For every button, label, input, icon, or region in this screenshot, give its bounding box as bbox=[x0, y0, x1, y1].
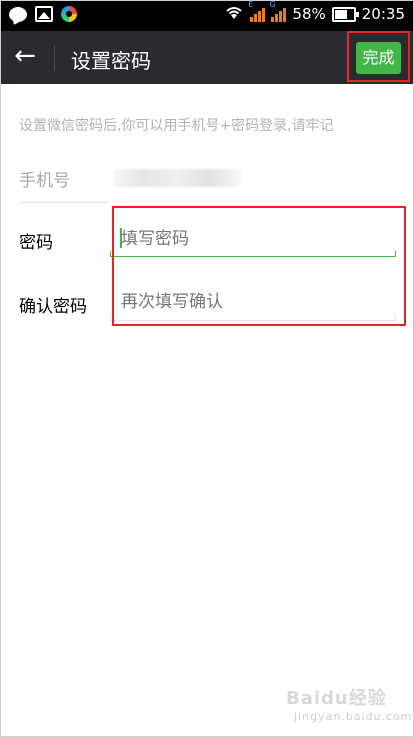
battery-icon bbox=[331, 6, 359, 22]
baidu-watermark: Baidu经验 jingyan.baidu.com bbox=[286, 684, 413, 723]
phone-divider bbox=[19, 202, 109, 203]
battery-percent: 58% bbox=[292, 5, 326, 23]
phone-number-blurred bbox=[113, 169, 241, 187]
clock: 20:35 bbox=[361, 5, 405, 23]
signal-icon-e: E bbox=[248, 0, 266, 22]
app-bar: ← 设置密码 完成 bbox=[1, 31, 413, 84]
image-icon bbox=[35, 6, 53, 22]
underline-tick-left-2 bbox=[110, 315, 111, 320]
app-icon bbox=[61, 6, 77, 22]
done-button[interactable]: 完成 bbox=[356, 42, 401, 74]
done-highlight-box: 完成 bbox=[347, 31, 410, 82]
appbar-divider bbox=[54, 45, 55, 71]
screen-frame bbox=[0, 0, 414, 737]
watermark-brand: Baidu经验 bbox=[286, 688, 387, 709]
hint-text: 设置微信密码后,你可以用手机号+密码登录,请牢记 bbox=[19, 118, 334, 134]
back-arrow-icon[interactable]: ← bbox=[11, 43, 39, 71]
page-title: 设置密码 bbox=[71, 49, 151, 73]
password-label: 密码 bbox=[19, 233, 53, 253]
confirm-label: 确认密码 bbox=[19, 297, 87, 317]
inputs-highlight-box bbox=[112, 206, 406, 326]
signal-icon-g: G bbox=[269, 0, 287, 22]
watermark-url: jingyan.baidu.com bbox=[294, 710, 413, 723]
underline-tick-left bbox=[110, 251, 111, 256]
message-icon bbox=[9, 6, 27, 22]
phone-label: 手机号 bbox=[19, 171, 70, 191]
wifi-icon bbox=[224, 4, 244, 24]
status-bar: E G 58% 20:35 bbox=[1, 0, 413, 31]
